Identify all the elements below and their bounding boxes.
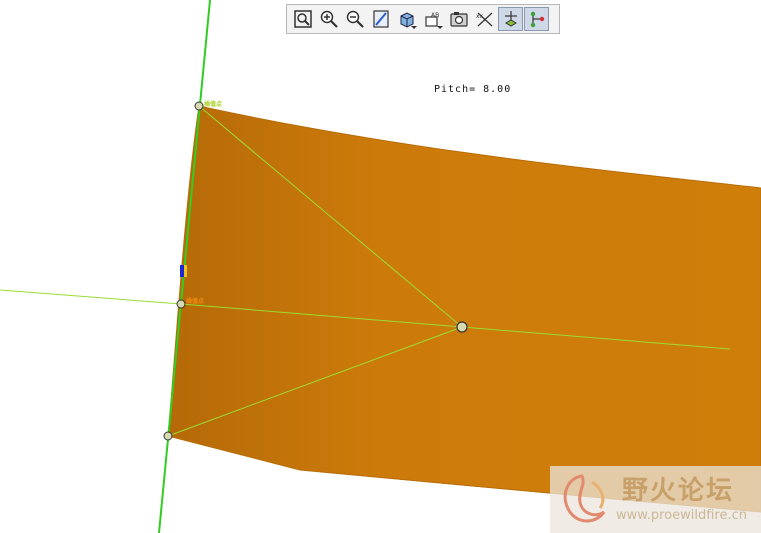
zoom-in-icon	[320, 10, 338, 28]
svg-text:AB: AB	[431, 12, 439, 19]
datum-points-toggle-button[interactable]	[524, 7, 549, 31]
flame-logo-icon	[563, 474, 606, 523]
graphics-viewport[interactable]: 插值点 插值点 Pitch= 8.00	[0, 0, 761, 533]
svg-text:xx: xx	[476, 13, 484, 20]
datum-planes-toggle-icon	[504, 11, 517, 27]
pitch-annotation: Pitch= 8.00	[434, 84, 512, 95]
repaint-icon	[372, 10, 389, 28]
display-style-dropdown-icon	[411, 26, 417, 29]
coordinate-marker-accent	[184, 265, 187, 277]
forum-watermark: 野火论坛 www.proewildfire.cn	[550, 466, 761, 533]
zoom-out-button[interactable]	[342, 7, 367, 31]
datum-axes-toggle-button[interactable]: xx	[472, 7, 497, 31]
saved-views-dropdown-icon	[437, 26, 443, 29]
repaint-button[interactable]	[368, 7, 393, 31]
swept-surface[interactable]	[167, 105, 761, 513]
refit-icon	[293, 10, 312, 28]
watermark-url: www.proewildfire.cn	[616, 508, 747, 523]
vertex-point-top[interactable]	[194, 101, 204, 111]
view-manager-button[interactable]	[446, 7, 471, 31]
datum-points-toggle-icon	[530, 11, 544, 28]
refit-button[interactable]	[290, 7, 315, 31]
datum-planes-toggle-button[interactable]	[498, 7, 523, 31]
display-style-button[interactable]	[394, 7, 419, 31]
zoom-out-icon	[346, 10, 364, 28]
vertex-point-middle[interactable]	[176, 299, 186, 309]
view-toolbar: AB xx	[286, 4, 560, 34]
watermark-title: 野火论坛	[622, 476, 735, 506]
center-point[interactable]	[456, 321, 468, 333]
zoom-in-button[interactable]	[316, 7, 341, 31]
datum-axes-toggle-icon: xx	[476, 12, 492, 27]
saved-views-button[interactable]: AB	[420, 7, 445, 31]
view-manager-icon	[449, 12, 468, 27]
coordinate-marker	[180, 265, 184, 277]
vertex-tag-middle: 插值点	[186, 298, 205, 305]
vertex-point-bottom[interactable]	[163, 431, 173, 441]
vertex-tag-top: 插值点	[204, 101, 223, 108]
